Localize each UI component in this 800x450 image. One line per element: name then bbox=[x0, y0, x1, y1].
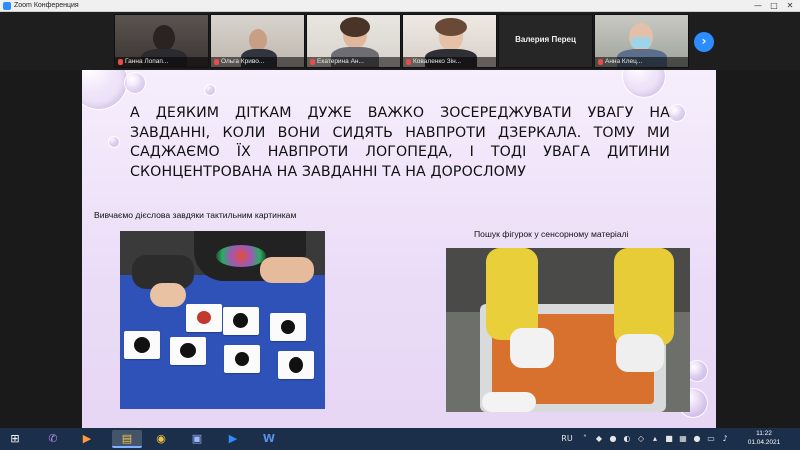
tray-app-icon[interactable]: ▴ bbox=[650, 433, 660, 444]
shirt-print bbox=[216, 245, 266, 267]
photo-sensory-tray bbox=[446, 248, 690, 412]
participant-tile[interactable]: Валерия Перец bbox=[498, 14, 593, 68]
network-icon[interactable]: ▦ bbox=[678, 433, 688, 444]
participant-hair bbox=[435, 18, 467, 36]
decorative-bubble bbox=[108, 136, 120, 148]
picture-card bbox=[170, 337, 206, 365]
participant-tile[interactable]: Екатерина Ан... bbox=[306, 14, 401, 68]
zoom-app-icon bbox=[3, 2, 11, 10]
picture-card bbox=[270, 313, 306, 341]
participant-silhouette bbox=[153, 25, 175, 51]
participant-name: Валерия Перец bbox=[515, 35, 576, 44]
participant-tile[interactable]: Ольга Криво... bbox=[210, 14, 305, 68]
decorative-bubble bbox=[82, 70, 128, 110]
participant-name: Коваленко Зін... bbox=[413, 58, 462, 65]
slide-heading: А ДЕЯКИМ ДІТКАМ ДУЖЕ ВАЖКО ЗОСЕРЕДЖУВАТИ… bbox=[130, 105, 670, 180]
tray-app-icon[interactable]: ◆ bbox=[594, 433, 604, 444]
muted-mic-icon bbox=[310, 59, 315, 65]
participant-name: Ганна Лопап... bbox=[125, 58, 169, 65]
windows-start-icon[interactable]: ⊞ bbox=[4, 430, 26, 448]
child-hand bbox=[150, 283, 186, 307]
child-sleeve bbox=[486, 248, 538, 340]
media-player-icon[interactable]: ▶ bbox=[76, 430, 98, 448]
tray-up-arrow-icon[interactable]: ˄ bbox=[580, 433, 590, 444]
face-mask bbox=[631, 37, 651, 48]
picture-card bbox=[223, 307, 259, 335]
tray-app-icon[interactable]: ● bbox=[608, 433, 618, 444]
file-explorer-icon[interactable]: ▤ bbox=[112, 430, 142, 448]
muted-mic-icon bbox=[598, 59, 603, 65]
clock-time: 11:22 bbox=[756, 430, 772, 437]
save-icon[interactable]: ▣ bbox=[186, 430, 208, 448]
chrome-icon[interactable]: ◉ bbox=[150, 430, 172, 448]
gloved-hand bbox=[482, 392, 536, 412]
clock-date: 01.04.2021 bbox=[747, 439, 781, 446]
picture-card bbox=[186, 304, 222, 332]
windows-taskbar: ⊞ ✆ ▶ ▤ ◉ ▣ ▶ W RU ˄ ◆ ● ◐ ◇ ▴ ■ ▦ ● ▭ ♪… bbox=[0, 428, 800, 450]
close-button[interactable]: ✕ bbox=[782, 0, 798, 12]
muted-mic-icon bbox=[406, 59, 411, 65]
participant-hair bbox=[340, 17, 370, 37]
tray-app-icon[interactable]: ◐ bbox=[622, 433, 632, 444]
gloved-hand bbox=[510, 328, 554, 368]
tray-app-icon[interactable]: ■ bbox=[664, 433, 674, 444]
gloved-hand bbox=[616, 334, 664, 372]
decorative-bubble bbox=[204, 84, 216, 96]
picture-card bbox=[278, 351, 314, 379]
caption-left: Вивчаємо дієслова завдяки тактильним кар… bbox=[94, 210, 297, 220]
muted-mic-icon bbox=[214, 59, 219, 65]
participant-name: Анна Клец... bbox=[605, 58, 643, 65]
muted-mic-icon bbox=[118, 59, 123, 65]
picture-card bbox=[124, 331, 160, 359]
minimize-button[interactable]: — bbox=[750, 0, 766, 12]
participant-name: Екатерина Ан... bbox=[317, 58, 364, 65]
shared-screen-slide: А ДЕЯКИМ ДІТКАМ ДУЖЕ ВАЖКО ЗОСЕРЕДЖУВАТИ… bbox=[82, 70, 716, 428]
tray-app-icon[interactable]: ◇ bbox=[636, 433, 646, 444]
decorative-bubble bbox=[124, 72, 146, 94]
tray-app-icon[interactable]: ● bbox=[692, 433, 702, 444]
next-page-button[interactable]: › bbox=[694, 32, 714, 52]
participant-name: Ольга Криво... bbox=[221, 58, 265, 65]
photo-tactile-cards bbox=[120, 231, 325, 409]
participant-tile[interactable]: Коваленко Зін... bbox=[402, 14, 497, 68]
participant-tile[interactable]: Ганна Лопап... bbox=[114, 14, 209, 68]
picture-card bbox=[224, 345, 260, 373]
viber-icon[interactable]: ✆ bbox=[42, 430, 64, 448]
window-title: Zoom Конференция bbox=[14, 2, 79, 9]
keyboard-language[interactable]: RU bbox=[560, 433, 574, 444]
participant-tile[interactable]: Анна Клец... bbox=[594, 14, 689, 68]
child-sleeve bbox=[614, 248, 674, 346]
caption-right: Пошук фігурок у сенсорному матеріалі bbox=[474, 229, 629, 239]
window-titlebar: Zoom Конференция — □ ✕ bbox=[0, 0, 800, 12]
maximize-button[interactable]: □ bbox=[766, 0, 782, 12]
child-hand bbox=[260, 257, 314, 283]
word-icon[interactable]: W bbox=[258, 430, 280, 448]
action-center-icon[interactable]: ▭ bbox=[706, 433, 716, 444]
volume-icon[interactable]: ♪ bbox=[720, 433, 730, 444]
system-clock[interactable]: 11:22 01.04.2021 bbox=[744, 429, 784, 447]
zoom-icon[interactable]: ▶ bbox=[222, 430, 244, 448]
decorative-bubble bbox=[668, 104, 686, 122]
participant-strip: Ганна Лопап... Ольга Криво... Екатерина … bbox=[0, 12, 800, 70]
decorative-bubble bbox=[622, 70, 666, 98]
participant-silhouette bbox=[249, 29, 267, 51]
